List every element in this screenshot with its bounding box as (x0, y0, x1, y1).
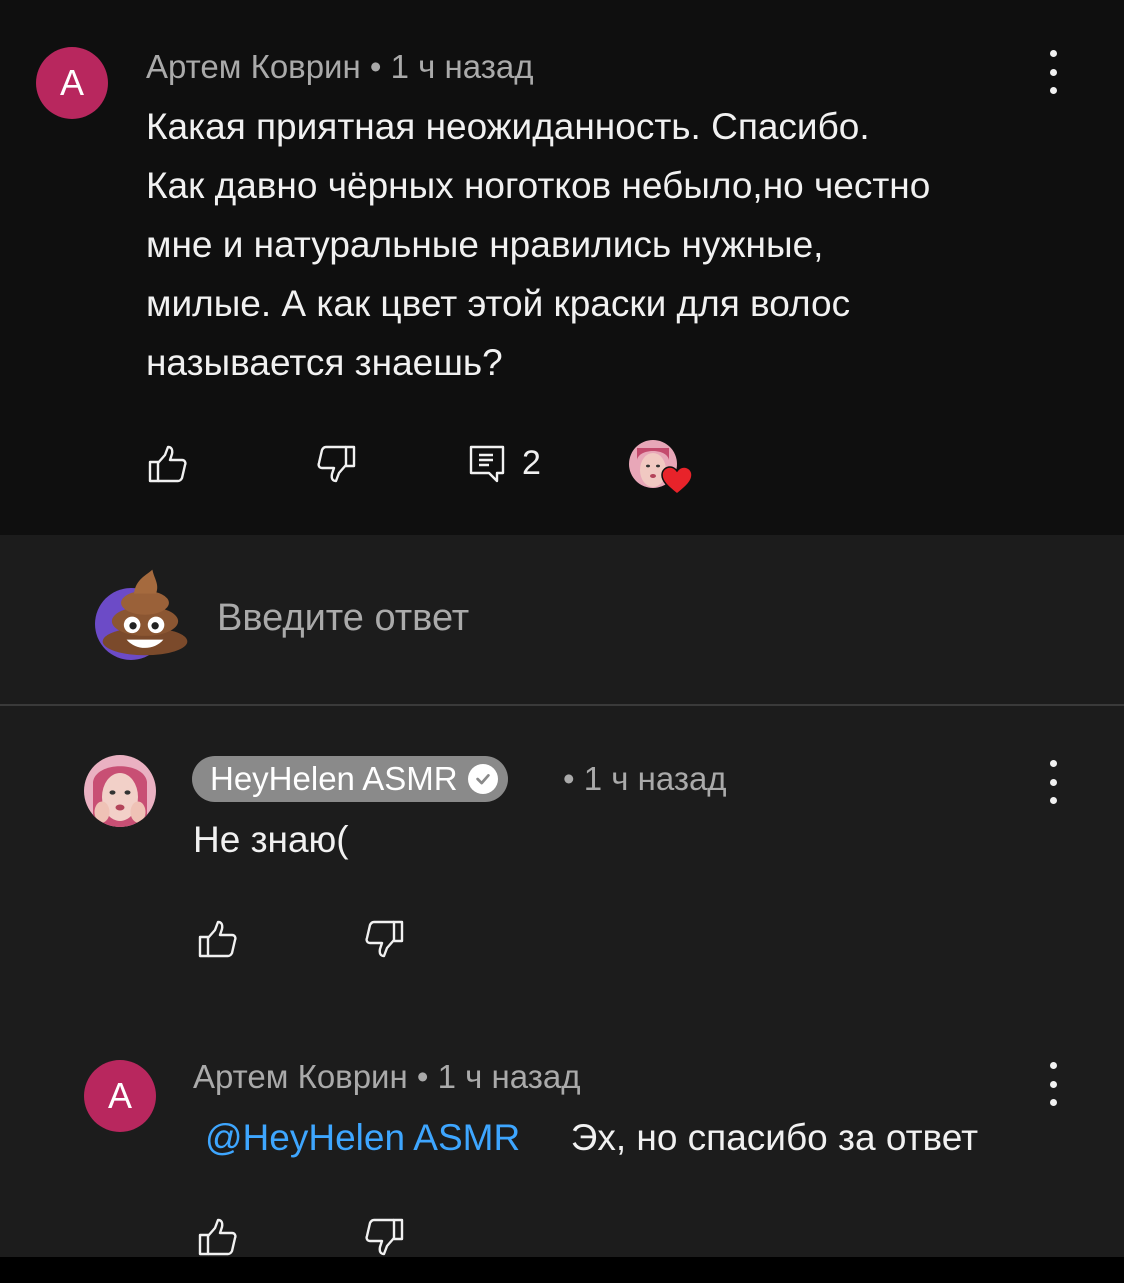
top-comment: А Артем Коврин • 1 ч назад Какая приятна… (0, 0, 1124, 535)
avatar-letter: А (107, 1075, 132, 1116)
meta-separator: • (369, 48, 391, 85)
mention-link[interactable]: @HeyHelen ASMR (205, 1117, 520, 1158)
reply-time[interactable]: 1 ч назад (584, 760, 727, 797)
comment-meta: Артем Коврин • 1 ч назад (146, 48, 533, 86)
channel-author-badge[interactable]: HeyHelen ASMR (192, 756, 508, 802)
comment-text: Какая приятная неожиданность. Спасибо. К… (146, 97, 1106, 392)
like-icon[interactable] (197, 918, 239, 960)
verified-icon (467, 764, 498, 794)
bottom-bar (0, 1257, 1124, 1283)
more-icon[interactable] (1043, 1062, 1063, 1106)
avatar[interactable]: А (36, 47, 108, 119)
more-icon[interactable] (1043, 50, 1063, 94)
reply-time[interactable]: 1 ч назад (438, 1058, 581, 1095)
channel-avatar[interactable] (84, 755, 156, 827)
poop-emoji-icon (102, 569, 188, 656)
reply-icon[interactable] (467, 443, 509, 485)
comment-text-line: мне и натуральные нравились нужные, (146, 224, 824, 265)
reply-count[interactable]: 2 (522, 444, 541, 483)
reply-text: Не знаю( (193, 819, 349, 860)
like-icon[interactable] (147, 443, 189, 485)
reply-meta: Артем Коврин • 1 ч назад (193, 1058, 580, 1096)
avatar[interactable]: А (84, 1060, 156, 1132)
comment-text-line: называется знаешь? (146, 342, 503, 383)
more-icon[interactable] (1043, 760, 1063, 804)
reply-text-content: Эх, но спасибо за ответ (570, 1117, 979, 1158)
comment-text-line: милые. А как цвет этой краски для волос (146, 283, 851, 324)
divider (0, 704, 1124, 706)
comment-text-line: Как давно чёрных ноготков небыло,но чест… (146, 165, 931, 206)
dislike-icon[interactable] (363, 918, 405, 960)
comment-time[interactable]: 1 ч назад (391, 48, 534, 85)
reply-author[interactable]: Артем Коврин (193, 1058, 408, 1095)
dislike-icon[interactable] (363, 1216, 405, 1258)
reply-input[interactable]: Введите ответ (217, 597, 469, 640)
reply-meta: • 1 ч назад (563, 760, 727, 798)
comment-author[interactable]: Артем Коврин (146, 48, 361, 85)
dislike-icon[interactable] (315, 443, 357, 485)
avatar-letter: А (59, 62, 84, 103)
like-icon[interactable] (197, 1216, 239, 1258)
meta-separator: • (416, 1058, 438, 1095)
heart-icon (661, 466, 693, 495)
meta-separator: • (563, 760, 584, 797)
comment-text-line: Какая приятная неожиданность. Спасибо. (146, 106, 870, 147)
reply-text: @HeyHelen ASMR Эх, но спасибо за ответ (205, 1108, 978, 1167)
reply-author: HeyHelen ASMR (210, 760, 458, 797)
